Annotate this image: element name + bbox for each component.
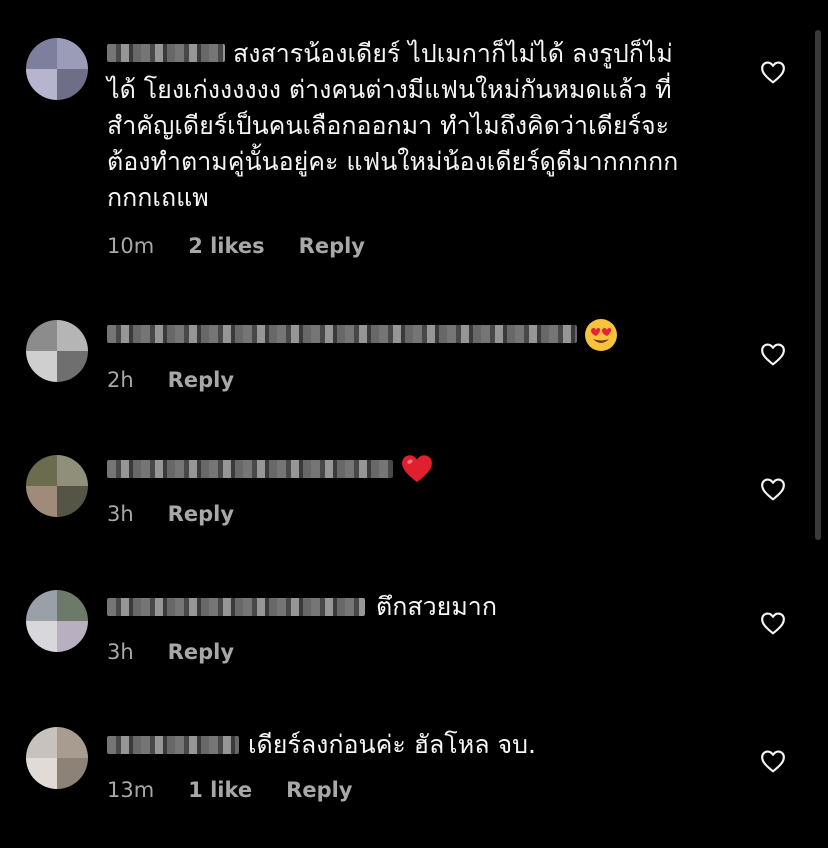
comment-text: ตึกสวยมาก [376,592,497,621]
comment-time: 10m [107,234,155,258]
avatar[interactable] [26,590,88,652]
avatar[interactable] [26,455,88,517]
like-heart-icon[interactable] [760,342,786,366]
like-heart-icon[interactable] [760,60,786,84]
reply-button[interactable]: Reply [168,502,234,526]
like-count[interactable]: 1 like [188,778,252,802]
comment-text: เดียร์ลงก่อนค่ะ ฮัลโหล จบ. [248,730,536,759]
avatar[interactable] [26,320,88,382]
comment-meta: 3h Reply [107,640,234,664]
username-blurred[interactable] [107,460,393,478]
avatar[interactable] [26,38,88,100]
avatar[interactable] [26,727,88,789]
like-count[interactable]: 2 likes [188,234,264,258]
reply-button[interactable]: Reply [286,778,352,802]
comment-text: สงสารน้องเดียร์ ไปเมกาก็ไม่ได้ ลงรูปก็ไม… [107,39,679,212]
username-blurred[interactable] [107,598,365,616]
comment-meta: 13m 1 like Reply [107,778,353,802]
red-heart-emoji-icon [400,452,434,488]
scrollbar[interactable] [815,30,821,540]
like-heart-icon[interactable] [760,611,786,635]
comment-meta: 10m 2 likes Reply [107,234,365,258]
reply-button[interactable]: Reply [168,368,234,392]
reply-button[interactable]: Reply [299,234,365,258]
heart-eyes-emoji-icon [584,318,618,356]
comment-time: 13m [107,778,155,802]
comment-time: 2h [107,368,134,392]
comment-meta: 3h Reply [107,502,234,526]
like-heart-icon[interactable] [760,477,786,501]
reply-button[interactable]: Reply [168,640,234,664]
comment-time: 3h [107,640,134,664]
comment-time: 3h [107,502,134,526]
username-blurred[interactable] [107,736,239,754]
username-blurred[interactable] [107,325,577,343]
comment-meta: 2h Reply [107,368,234,392]
like-heart-icon[interactable] [760,749,786,773]
